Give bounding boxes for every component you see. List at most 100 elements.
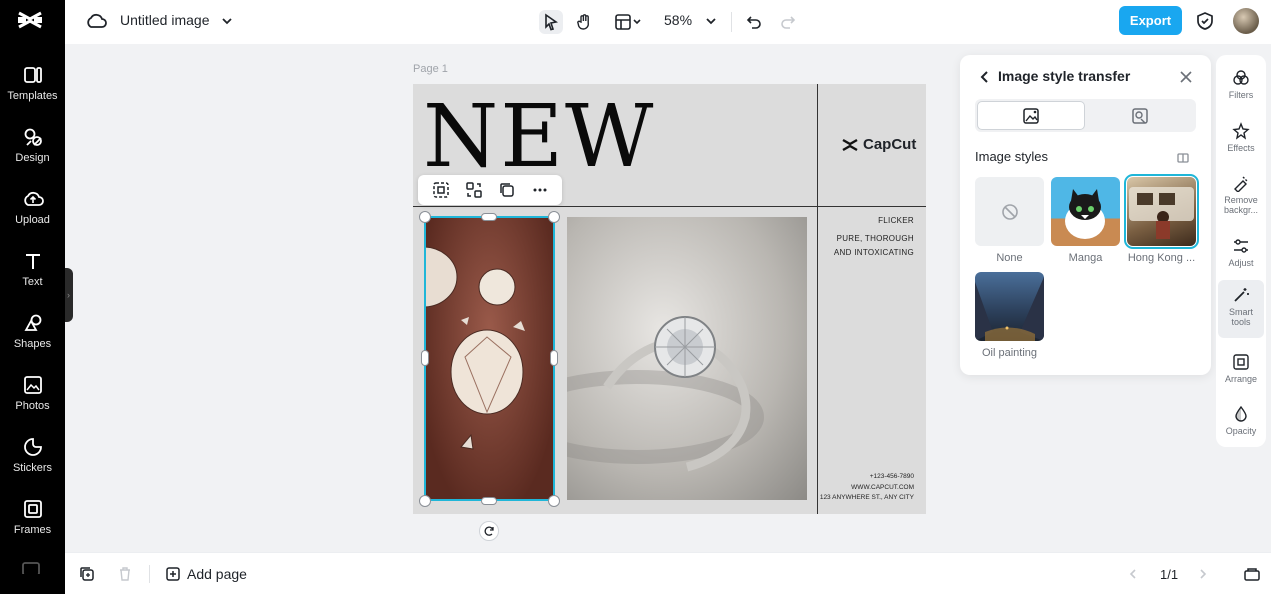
more-options-icon[interactable]	[531, 181, 549, 199]
replace-icon[interactable]	[465, 181, 483, 199]
duplicate-page-icon[interactable]	[79, 566, 95, 582]
right-item-label: Opacity	[1225, 426, 1257, 436]
sidebar-item-label: Photos	[15, 400, 50, 412]
right-item-label: Adjust	[1228, 258, 1254, 268]
redo-icon	[781, 16, 796, 29]
cloud-sync-icon[interactable]	[85, 11, 107, 31]
reference-image-icon	[1132, 107, 1148, 124]
sidebar-item-upload[interactable]: Upload	[0, 184, 65, 240]
resize-handle-bottom[interactable]	[481, 497, 497, 505]
sidebar-item-label: Shapes	[13, 338, 52, 350]
canyon-illustration	[975, 277, 1044, 341]
divider-line	[817, 84, 818, 514]
collapse-panel-icon[interactable]	[1176, 151, 1190, 165]
upload-icon	[23, 191, 44, 206]
layout-menu-button[interactable]	[610, 10, 646, 34]
right-item-label: Remove backgr...	[1223, 195, 1259, 215]
style-option-none[interactable]: None	[975, 177, 1044, 264]
right-item-effects[interactable]: Effects	[1218, 116, 1264, 153]
export-button[interactable]: Export	[1119, 6, 1182, 35]
resize-handle-top[interactable]	[481, 213, 497, 221]
next-page-icon[interactable]	[1197, 568, 1209, 580]
right-item-filters[interactable]: Filters	[1218, 63, 1264, 100]
right-item-opacity[interactable]: Opacity	[1218, 399, 1264, 436]
tagline-line[interactable]: AND INTOXICATING	[834, 248, 914, 257]
page-manager-icon[interactable]	[1243, 566, 1261, 582]
crop-select-icon[interactable]	[432, 181, 450, 199]
sidebar-item-label: Frames	[13, 524, 52, 536]
right-item-remove-background[interactable]: Remove backgr...	[1218, 168, 1264, 215]
selection-box[interactable]	[424, 216, 555, 501]
effects-icon	[1232, 122, 1250, 140]
arrange-icon	[1233, 354, 1249, 370]
brand-logo[interactable]: CapCut	[841, 136, 916, 153]
style-option-manga[interactable]: Manga	[1051, 177, 1120, 264]
document-title[interactable]: Untitled image	[120, 12, 210, 28]
style-name: Manga	[1068, 252, 1103, 264]
resize-handle-top-left[interactable]	[419, 211, 431, 223]
sidebar-item-stickers[interactable]: Stickers	[0, 432, 65, 488]
resize-handle-left[interactable]	[421, 350, 429, 366]
zoom-level[interactable]: 58%	[664, 12, 692, 28]
sidebar-item-frames[interactable]: Frames	[0, 494, 65, 550]
left-sidebar: Templates Design Upload Text Shapes Phot…	[0, 0, 65, 594]
cat-illustration	[1065, 189, 1105, 239]
previous-page-icon[interactable]	[1127, 568, 1139, 580]
page-counter: 1/1	[1160, 567, 1179, 582]
resize-handle-bottom-right[interactable]	[548, 495, 560, 507]
sidebar-item-templates[interactable]: Templates	[0, 60, 65, 116]
duplicate-icon[interactable]	[498, 181, 516, 199]
hand-tool-button[interactable]	[573, 10, 597, 34]
delete-page-icon[interactable]	[117, 566, 133, 582]
sidebar-item-shapes[interactable]: Shapes	[0, 308, 65, 364]
contact-website[interactable]: WWW.CAPCUT.COM	[851, 484, 914, 491]
sidebar-item-photos[interactable]: Photos	[0, 370, 65, 426]
resize-handle-right[interactable]	[550, 350, 558, 366]
tagline-line[interactable]: FLICKER	[878, 216, 914, 225]
sidebar-item-label: Text	[22, 276, 43, 288]
mode-segmented-control	[975, 99, 1196, 132]
select-tool-button[interactable]	[539, 10, 563, 34]
frames-icon	[23, 500, 42, 518]
style-option-hong-kong[interactable]: Hong Kong ...	[1124, 174, 1199, 264]
tab-reference-style[interactable]	[1086, 101, 1194, 130]
divider	[731, 12, 732, 32]
add-page-button[interactable]: Add page	[165, 566, 247, 582]
zoom-chevron-down-icon[interactable]	[705, 15, 717, 27]
more-tools-icon[interactable]	[20, 560, 42, 574]
close-icon[interactable]	[1179, 70, 1193, 84]
right-item-adjust[interactable]: Adjust	[1218, 231, 1264, 268]
remove-background-icon	[1234, 176, 1248, 192]
capcut-logo-icon[interactable]	[16, 8, 44, 32]
sidebar-item-design[interactable]: Design	[0, 122, 65, 178]
tab-image-style[interactable]	[977, 101, 1085, 130]
style-option-oil-painting[interactable]: Oil painting	[975, 272, 1044, 359]
image-style-icon	[1023, 107, 1039, 124]
tagline-line[interactable]: PURE, THOROUGH	[837, 234, 914, 243]
redo-button[interactable]	[776, 10, 800, 34]
sidebar-item-text[interactable]: Text	[0, 246, 65, 302]
style-thumbnail	[975, 272, 1044, 341]
undo-button[interactable]	[742, 10, 766, 34]
right-sidebar: Filters Effects Remove backgr... Adjust …	[1216, 55, 1266, 447]
design-icon	[24, 128, 42, 146]
magic-wand-icon	[1234, 288, 1249, 302]
rotate-icon	[484, 526, 494, 536]
right-item-smart-tools[interactable]: Smart tools	[1218, 280, 1264, 338]
user-avatar[interactable]	[1233, 8, 1259, 34]
back-chevron-icon[interactable]	[978, 69, 992, 85]
shield-icon[interactable]	[1196, 11, 1214, 31]
headline-text[interactable]: NEW	[423, 94, 655, 180]
resize-handle-bottom-left[interactable]	[419, 495, 431, 507]
right-item-arrange[interactable]: Arrange	[1218, 347, 1264, 384]
image-style-transfer-panel: Image style transfer Image styles None M…	[960, 55, 1211, 375]
rotate-handle[interactable]	[479, 521, 499, 541]
ring-photo[interactable]	[567, 217, 807, 500]
contact-address[interactable]: 123 ANYWHERE ST., ANY CITY	[820, 494, 914, 501]
resize-handle-top-right[interactable]	[548, 211, 560, 223]
sidebar-collapse-handle[interactable]: ›	[65, 268, 73, 322]
contact-phone[interactable]: +123-456-7890	[870, 473, 914, 480]
brand-name: CapCut	[863, 136, 917, 153]
street-scene-illustration	[1129, 187, 1194, 239]
chevron-down-icon[interactable]	[221, 15, 233, 27]
